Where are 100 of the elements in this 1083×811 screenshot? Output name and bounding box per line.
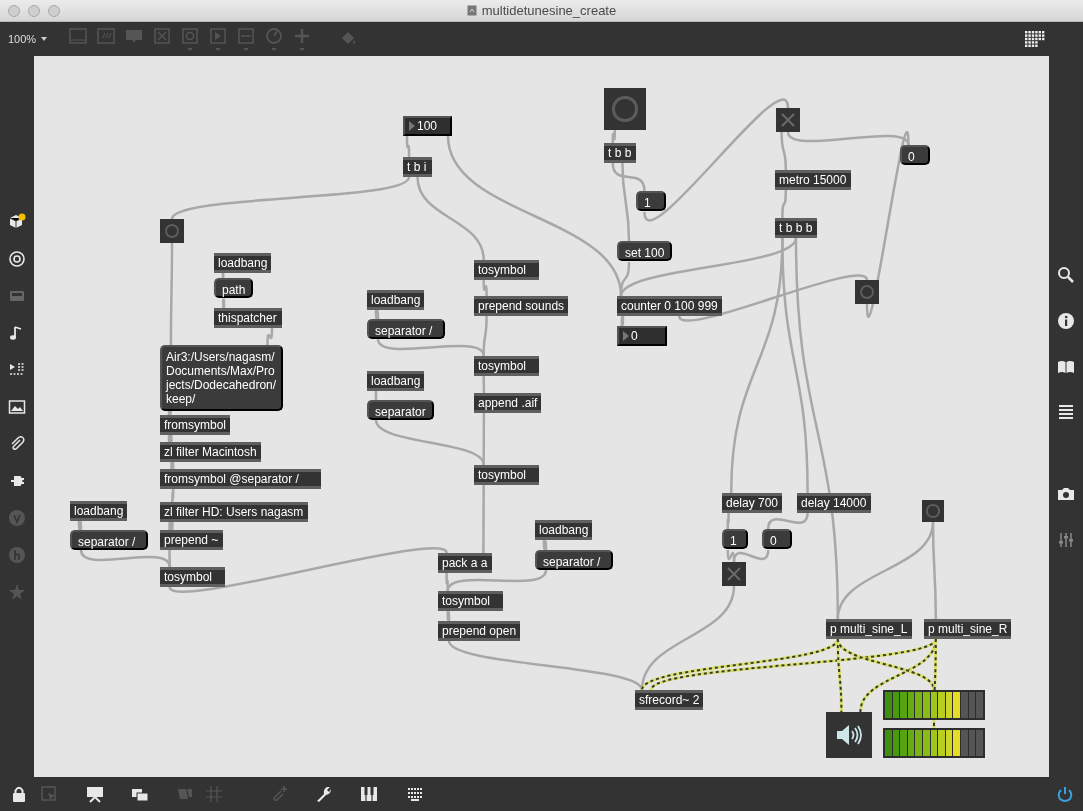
object-box: p multi_sine_L: [826, 619, 912, 639]
target-icon[interactable]: [8, 250, 26, 268]
patch-cord: [221, 271, 225, 280]
cube-icon[interactable]: [8, 213, 26, 231]
patch-cord: [542, 540, 548, 550]
patch-cord: [266, 327, 274, 346]
message-box[interactable]: 0: [762, 529, 792, 549]
power-icon[interactable]: [1056, 785, 1074, 803]
patch-cord: [482, 485, 485, 553]
object-box: p multi_sine_R: [924, 619, 1012, 639]
message-box[interactable]: 1: [722, 529, 748, 549]
object-box: zl filter Macintosh: [160, 442, 261, 462]
object-box: tosymbol: [160, 567, 225, 587]
triangle-icon: [623, 331, 629, 341]
patch-cord: [446, 611, 451, 621]
object-box: loadbang: [70, 501, 128, 521]
patch-cord: [221, 299, 226, 308]
object-box: fromsymbol @separator /: [160, 469, 321, 489]
patch-cord: [726, 513, 730, 529]
patch-cord: [77, 521, 83, 530]
patch-cord: [482, 376, 486, 393]
patch-cord: [374, 391, 378, 400]
image-icon[interactable]: [8, 398, 26, 416]
bang-button[interactable]: [160, 219, 184, 243]
object-box: t b b b: [775, 218, 817, 238]
toggle-button[interactable]: [722, 562, 746, 586]
message-box[interactable]: path: [214, 278, 254, 298]
object-box: fromsymbol: [160, 415, 230, 435]
zoom-window-button[interactable]: [48, 4, 60, 17]
triangle-icon: [409, 121, 415, 131]
slider-box-icon[interactable]: [236, 26, 257, 52]
grid-icon[interactable]: [1025, 30, 1046, 48]
zoom-level[interactable]: 100%: [8, 33, 37, 45]
camera-icon[interactable]: [1057, 485, 1075, 503]
object-box: loadbang: [367, 290, 425, 310]
object-box: loadbang: [367, 371, 425, 391]
object-box: zl filter HD: Users nagasm: [160, 502, 308, 522]
book-icon[interactable]: [1057, 358, 1075, 376]
patch-cord: [170, 461, 175, 470]
close-window-button[interactable]: [8, 4, 20, 17]
list-icon[interactable]: [1057, 403, 1075, 421]
x-icon: [780, 112, 796, 128]
object-box: thispatcher: [214, 308, 282, 328]
object-box: counter 0 100 999: [617, 296, 722, 316]
message-box[interactable]: 0: [900, 145, 930, 165]
bang-button[interactable]: [922, 500, 944, 522]
object-box: prepend open: [438, 621, 521, 641]
number-box[interactable]: 0: [617, 326, 667, 346]
gauge-icon[interactable]: [264, 26, 285, 52]
message-box[interactable]: separator /: [535, 550, 613, 570]
object-box: tosymbol: [438, 591, 503, 611]
message-box[interactable]: set 100: [617, 241, 673, 261]
object-box: metro 15000: [775, 170, 851, 190]
toggle-button[interactable]: [776, 108, 800, 132]
object-box: tosymbol: [474, 260, 539, 280]
message-box[interactable]: 1: [636, 191, 666, 211]
circle-box-icon[interactable]: [180, 26, 201, 52]
document-icon: [466, 5, 477, 16]
object-box: loadbang: [214, 253, 272, 273]
star-icon[interactable]: [8, 583, 26, 601]
keyboard-icon[interactable]: [406, 785, 424, 803]
piano-keys-icon[interactable]: [360, 785, 378, 803]
caret-icon[interactable]: [40, 36, 49, 42]
message-box[interactable]: separator /: [70, 530, 148, 550]
object-box: tosymbol: [474, 465, 539, 485]
object-box: t b i: [403, 157, 432, 177]
patch-cord: [374, 310, 380, 319]
message-box[interactable]: separator: [367, 400, 434, 420]
object-box: pack a a: [438, 553, 492, 573]
lock-icon[interactable]: [10, 785, 28, 803]
object-box: sfrecord~ 2: [635, 690, 704, 710]
message-box[interactable]: separator /: [367, 319, 445, 339]
patch-cord: [168, 521, 174, 531]
cursor-box-icon[interactable]: [40, 785, 58, 803]
bang-button[interactable]: [855, 280, 879, 304]
object-box: delay 14000: [797, 493, 871, 513]
object-box: delay 700: [722, 493, 783, 513]
patch-cord: [620, 316, 625, 326]
object-box: append .aif: [474, 393, 542, 413]
object-box: prepend ~: [160, 530, 223, 550]
h-circle-icon[interactable]: [8, 546, 26, 564]
v-circle-icon[interactable]: [8, 509, 26, 527]
sliders-icon[interactable]: [1057, 531, 1075, 549]
play-box-icon[interactable]: [208, 26, 229, 52]
grid-lines-icon[interactable]: [205, 785, 223, 803]
patch-cord: [167, 434, 173, 443]
window-title: multidetunesine_create: [481, 3, 617, 18]
number-box[interactable]: 100: [403, 116, 452, 136]
object-box: tosymbol: [474, 356, 539, 376]
info-icon[interactable]: [1057, 312, 1075, 330]
paperclip-plus-icon[interactable]: [270, 785, 288, 803]
minimize-window-button[interactable]: [28, 4, 40, 17]
object-box: loadbang: [535, 520, 593, 540]
audio-output-button[interactable]: [826, 712, 872, 758]
presentation-icon[interactable]: [86, 785, 104, 803]
message-box[interactable]: Air3:/Users/nagasm/Documents/Max/Projects/Dodecahedron/keep/: [160, 345, 283, 411]
bang-button[interactable]: [604, 88, 646, 130]
search-icon[interactable]: [1057, 266, 1075, 284]
patch-cord: [405, 136, 411, 157]
object-box: t b b: [604, 143, 636, 163]
